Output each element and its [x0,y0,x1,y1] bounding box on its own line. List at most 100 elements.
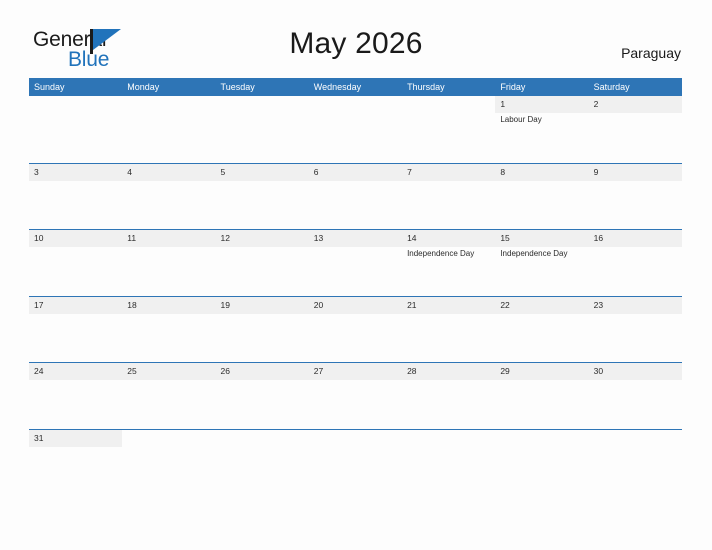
calendar-week-row: 31 [29,428,682,497]
calendar-day-cell-empty [309,430,402,497]
calendar-week-row: 3 4 5 6 7 8 9 [29,162,682,231]
day-number: 18 [127,299,137,310]
day-number: 30 [593,366,604,376]
calendar-day-cell[interactable]: 5 [216,164,309,231]
calendar-day-cell-empty [122,96,215,163]
day-number: 9 [593,166,599,177]
calendar-day-cell[interactable]: 8 [495,164,588,231]
calendar-day-cell[interactable]: 26 [216,363,309,430]
page-title: May 2026 [289,27,423,60]
calendar-week-row: 24 25 26 27 28 29 30 [29,362,682,429]
country-label: Paraguay [621,45,681,61]
calendar-day-cell[interactable]: 1 Labour Day [495,96,588,163]
day-number: 25 [127,366,137,376]
calendar-day-cell[interactable]: 12 [216,230,309,297]
calendar-day-cell[interactable]: 28 [402,363,495,430]
calendar-day-cell[interactable]: 24 [29,363,122,430]
calendar-day-cell[interactable]: 17 [29,297,122,364]
calendar-day-cell-empty [216,96,309,163]
day-number: 17 [34,299,44,310]
calendar-day-cell[interactable]: 7 [402,164,495,231]
day-number: 22 [500,299,510,310]
calendar-day-cell[interactable]: 29 [495,363,588,430]
calendar-day-cell-empty [402,430,495,497]
calendar-weeks: 1 Labour Day 2 3 4 5 6 7 8 9 10 11 12 13 14 Independenc… [29,96,682,495]
weekday-header-sunday: Sunday [34,82,65,92]
weekday-header-row: Sunday Monday Tuesday Wednesday Thursday… [29,78,682,96]
calendar-day-cell[interactable]: 23 [589,297,682,364]
day-number: 27 [313,366,324,376]
calendar-day-cell[interactable]: 2 [589,96,682,163]
day-number: 10 [34,233,44,243]
day-number: 31 [34,432,44,443]
day-number: 14 [407,233,417,243]
week-day-cells: 17 18 19 20 21 22 23 [29,297,682,364]
calendar-day-cell-empty [589,430,682,497]
calendar-day-cell[interactable]: 22 [495,297,588,364]
day-number: 19 [220,299,230,310]
holiday-label: Independence Day [500,249,568,258]
weekday-header-wednesday: Wednesday [313,82,362,92]
calendar-day-cell[interactable]: 20 [309,297,402,364]
calendar-day-cell[interactable]: 25 [122,363,215,430]
calendar-week-row: 1 Labour Day 2 [29,96,682,163]
day-number: 3 [34,166,39,177]
week-day-cells: 24 25 26 27 28 29 30 [29,363,682,430]
calendar-day-cell[interactable]: 6 [309,164,402,231]
week-day-cells: 3 4 5 6 7 8 9 [29,164,682,231]
calendar-day-cell[interactable]: 9 [589,164,682,231]
calendar-day-cell[interactable]: 15 Independence Day [495,230,588,297]
week-day-cells: 10 11 12 13 14 Independence Day 15 Independence… [29,230,682,297]
calendar-day-cell-empty [29,96,122,163]
calendar-day-cell[interactable]: 3 [29,164,122,231]
calendar-day-cell-empty [122,430,215,497]
calendar-day-cell-empty [216,430,309,497]
day-number: 12 [220,233,230,243]
calendar-day-cell[interactable]: 19 [216,297,309,364]
day-number: 20 [313,299,324,310]
day-number: 11 [127,233,137,243]
day-number: 5 [220,166,226,177]
calendar-week-row: 17 18 19 20 21 22 23 [29,295,682,364]
day-number: 4 [127,166,132,177]
day-number: 23 [593,299,604,310]
weekday-header-saturday: Saturday [593,82,630,92]
calendar-day-cell[interactable]: 30 [589,363,682,430]
day-number: 8 [500,166,506,177]
week-day-cells: 1 Labour Day 2 [29,96,682,163]
weekday-header-thursday: Thursday [407,82,445,92]
day-number: 7 [407,166,412,177]
day-number: 13 [313,233,324,243]
weekday-header-tuesday: Tuesday [220,82,255,92]
day-number: 6 [313,166,319,177]
holiday-label: Independence Day [407,249,475,258]
calendar-day-cell[interactable]: 31 [29,430,122,497]
calendar-day-cell[interactable]: 4 [122,164,215,231]
calendar-day-cell[interactable]: 13 [309,230,402,297]
calendar-day-cell[interactable]: 27 [309,363,402,430]
day-number: 2 [593,99,599,109]
calendar-day-cell[interactable]: 11 [122,230,215,297]
calendar-day-cell[interactable]: 14 Independence Day [402,230,495,297]
day-number: 26 [220,366,230,376]
calendar-day-cell-empty [495,430,588,497]
calendar-day-cell[interactable]: 16 [589,230,682,297]
calendar-day-cell[interactable]: 10 [29,230,122,297]
calendar-day-cell[interactable]: 18 [122,297,215,364]
week-day-cells: 31 [29,430,682,497]
holiday-label: Labour Day [500,115,542,124]
day-number: 21 [407,299,417,310]
calendar-day-cell[interactable]: 21 [402,297,495,364]
weekday-header-monday: Monday [127,82,160,92]
day-number: 15 [500,233,510,243]
day-number: 16 [593,233,604,243]
day-number: 24 [34,366,44,376]
calendar-day-cell-empty [309,96,402,163]
calendar-week-row: 10 11 12 13 14 Independence Day 15 Independence… [29,229,682,296]
day-number: 29 [500,366,510,376]
day-number: 28 [407,366,417,376]
page-header: General Blue May 2026 Paraguay [0,0,712,78]
weekday-header-friday: Friday [500,82,526,92]
calendar-day-cell-empty [402,96,495,163]
calendar-grid: Sunday Monday Tuesday Wednesday Thursday… [29,78,682,495]
